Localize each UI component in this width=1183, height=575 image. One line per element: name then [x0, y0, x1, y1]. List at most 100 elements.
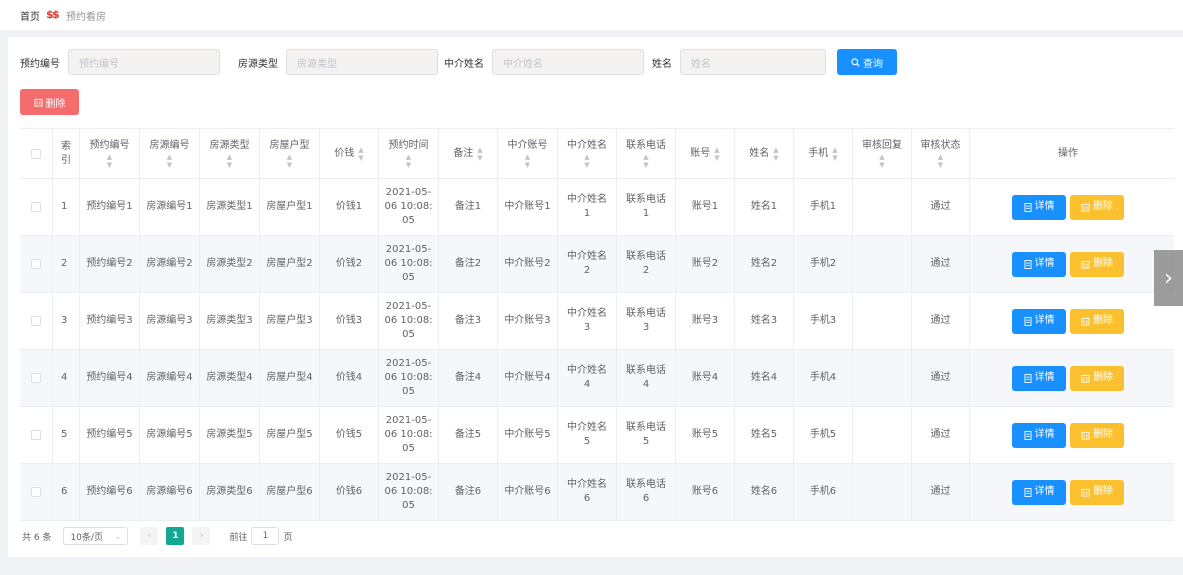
col-booking-time[interactable]: 预约时间 ▲ ▼ [379, 129, 439, 178]
pagination-total: 共 6 条 [22, 532, 52, 543]
search-icon [851, 57, 860, 67]
document-icon [1023, 373, 1032, 383]
name-input[interactable]: 姓名 [680, 49, 826, 75]
col-account[interactable]: 账号 ▲ ▼ [676, 129, 735, 178]
row-checkbox[interactable] [31, 373, 41, 383]
booking-time-line: 2021-05- [385, 244, 432, 255]
col-label: 操作 [1058, 147, 1078, 159]
col-layout[interactable]: 房屋户型 ▲ ▼ [260, 129, 320, 178]
detail-button[interactable]: 详情 [1012, 194, 1066, 220]
select-all-checkbox[interactable] [31, 148, 41, 159]
detail-button[interactable]: 详情 [1012, 308, 1066, 334]
col-house-no[interactable]: 房源编号 ▲ ▼ [140, 129, 200, 178]
col-agent-name[interactable]: 中介姓名 ▲ ▼ [558, 129, 617, 178]
table-body: 1 预约编号1 房源编号1 房源类型1 房屋户型1 价钱1 2021-05- 06 10:08… [20, 179, 1174, 521]
house-type-input[interactable]: 房源类型 [286, 49, 438, 75]
booking-time-line: 05 [402, 329, 415, 340]
sort-icon[interactable]: ▲ ▼ [107, 153, 112, 169]
delete-button[interactable]: 删除 [1070, 194, 1124, 220]
cell-jq: 价钱3 [320, 293, 379, 349]
table-row: 4 预约编号4 房源编号4 房源类型4 房屋户型4 价钱4 2021-05- 06 10:08… [20, 350, 1174, 407]
select-all-cell [20, 129, 53, 178]
booking-no-input[interactable]: 预约编号 [68, 49, 220, 75]
trash-icon [1081, 260, 1090, 269]
sort-icon[interactable]: ▲ ▼ [832, 146, 837, 162]
sort-icon[interactable]: ▲ ▼ [773, 146, 778, 162]
cell-actions: 详情 删除 [970, 407, 1166, 463]
trash-icon [1081, 317, 1090, 326]
sort-icon[interactable]: ▲ ▼ [287, 153, 292, 169]
cell-zjzh: 中介账号2 [498, 236, 558, 292]
cell-sj: 手机5 [794, 407, 853, 463]
agent-name-line: 中介姓名 [567, 194, 607, 205]
query-button[interactable]: 查询 [837, 49, 897, 75]
booking-time-text: 2021-05- 06 10:08: 05 [384, 471, 432, 513]
delete-button[interactable]: 删除 [1070, 308, 1124, 334]
col-review-status[interactable]: 审核状态 ▲ ▼ [912, 129, 970, 178]
row-checkbox[interactable] [31, 316, 41, 326]
goto-page-input[interactable]: 1 [251, 527, 280, 545]
cell-shhf [853, 236, 912, 292]
agent-name-line: 中介姓名 [567, 422, 607, 433]
cell-idx: 6 [53, 464, 80, 520]
cell-actions: 详情 删除 [970, 464, 1166, 520]
booking-time-line: 06 10:08: [384, 315, 433, 326]
sort-icon[interactable]: ▲ ▼ [406, 153, 411, 169]
sort-icon[interactable]: ▲ ▼ [938, 153, 943, 169]
cell-bz: 备注5 [439, 407, 498, 463]
cell-fybh: 房源编号6 [140, 464, 200, 520]
cell-bz: 备注2 [439, 236, 498, 292]
page-size-select[interactable]: 10条/页 ⌄ [63, 527, 129, 545]
row-checkbox[interactable] [31, 259, 41, 269]
detail-button-label: 详情 [1034, 258, 1055, 269]
agent-name-input[interactable]: 中介姓名 [492, 49, 644, 75]
sort-icon[interactable]: ▲ ▼ [525, 153, 530, 169]
batch-delete-button[interactable]: 删除 [20, 89, 79, 115]
col-phone[interactable]: 联系电话 ▲ ▼ [617, 129, 676, 178]
breadcrumb-home[interactable]: 首页 [20, 8, 40, 23]
row-checkbox[interactable] [31, 487, 41, 497]
table-row: 5 预约编号5 房源编号5 房源类型5 房屋户型5 价钱5 2021-05- 06 10:08… [20, 407, 1174, 464]
delete-button[interactable]: 删除 [1070, 479, 1124, 505]
sort-icon[interactable]: ▲ ▼ [477, 146, 482, 162]
col-review-reply[interactable]: 审核回复 ▲ ▼ [853, 129, 912, 178]
next-page-button[interactable]: › [192, 527, 211, 545]
sort-icon[interactable]: ▲ ▼ [879, 153, 884, 169]
detail-button[interactable]: 详情 [1012, 479, 1066, 505]
phone-line: 5 [642, 436, 650, 447]
cell-fybh: 房源编号4 [140, 350, 200, 406]
col-remark[interactable]: 备注 ▲ ▼ [439, 129, 498, 178]
cell-booking-time: 2021-05- 06 10:08: 05 [379, 236, 439, 292]
prev-page-button[interactable]: ‹ [140, 527, 159, 545]
cell-xm: 姓名1 [735, 179, 794, 235]
sort-icon[interactable]: ▲ ▼ [584, 153, 589, 169]
sort-icon[interactable]: ▲ ▼ [167, 153, 172, 169]
page-number-current[interactable]: 1 [166, 527, 185, 545]
booking-time-text: 2021-05- 06 10:08: 05 [384, 414, 432, 456]
row-checkbox[interactable] [31, 202, 41, 212]
col-price[interactable]: 价钱 ▲ ▼ [320, 129, 379, 178]
col-mobile[interactable]: 手机 ▲ ▼ [794, 129, 853, 178]
col-booking-no[interactable]: 预约编号 ▲ ▼ [80, 129, 140, 178]
drawer-toggle-button[interactable]: › [1154, 250, 1183, 306]
sort-icon[interactable]: ▲ ▼ [358, 146, 363, 162]
sort-icon[interactable]: ▲ ▼ [643, 153, 648, 169]
delete-button[interactable]: 删除 [1070, 251, 1124, 277]
cell-sj: 手机1 [794, 179, 853, 235]
agent-name-line: 6 [583, 493, 591, 504]
delete-button[interactable]: 删除 [1070, 422, 1124, 448]
phone-line: 1 [642, 208, 650, 219]
detail-button[interactable]: 详情 [1012, 365, 1066, 391]
cell-actions: 详情 删除 [970, 179, 1166, 235]
row-checkbox[interactable] [31, 430, 41, 440]
col-house-type[interactable]: 房源类型 ▲ ▼ [200, 129, 260, 178]
col-agent-account[interactable]: 中介账号 ▲ ▼ [498, 129, 558, 178]
detail-button[interactable]: 详情 [1012, 251, 1066, 277]
detail-button[interactable]: 详情 [1012, 422, 1066, 448]
delete-button[interactable]: 删除 [1070, 365, 1124, 391]
phone-text: 联系电话 5 [626, 421, 666, 449]
col-name[interactable]: 姓名 ▲ ▼ [735, 129, 794, 178]
sort-icon[interactable]: ▲ ▼ [227, 153, 232, 169]
goto-label: 前往 [229, 532, 248, 543]
sort-icon[interactable]: ▲ ▼ [714, 146, 719, 162]
